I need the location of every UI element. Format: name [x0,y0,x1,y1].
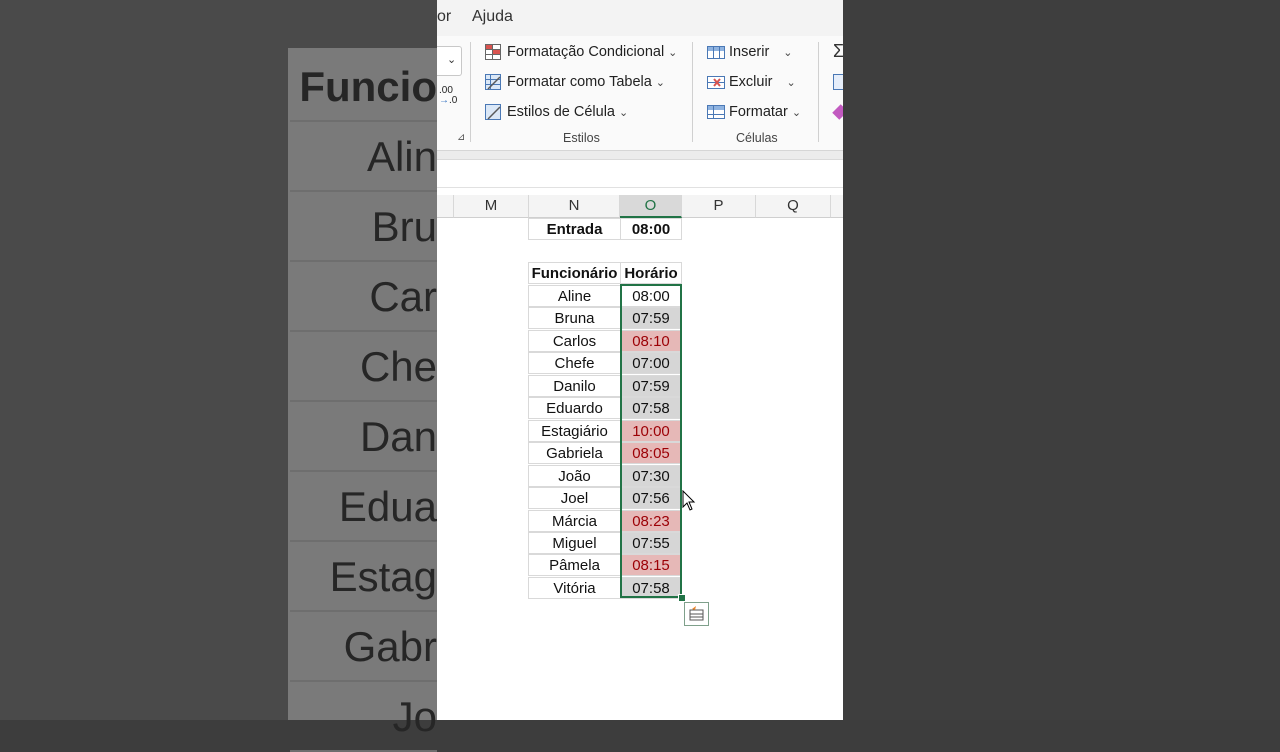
arrival-time-cell[interactable]: 08:23 [620,509,682,532]
background-header-text: Funcio [290,54,437,122]
background-name-text: Estag [290,544,437,612]
insert-cells-button[interactable]: Inserir ⌄ [707,41,793,63]
conditional-formatting-button[interactable]: Formatação Condicional ⌄ [485,41,677,63]
format-table-icon [485,74,501,90]
ribbon-bottom-border [437,151,843,160]
employee-name-cell[interactable]: Chefe [528,352,621,375]
employee-name-cell[interactable]: Aline [528,285,621,307]
format-as-table-button[interactable]: Formatar como Tabela ⌄ [485,71,665,93]
conditional-formatting-label: Formatação Condicional [507,44,665,60]
arrival-time-cell[interactable]: 07:58 [620,576,682,599]
quick-analysis-button[interactable] [684,602,709,626]
table-header-time[interactable]: Horário [620,262,682,284]
column-header-p[interactable]: P [682,195,756,218]
styles-group-label: Estilos [563,131,600,145]
employee-name-cell[interactable]: Márcia [528,509,621,532]
format-as-table-label: Formatar como Tabela [507,74,652,90]
chevron-down-icon: ⌄ [783,46,793,59]
chevron-down-icon: ⌄ [791,106,802,119]
arrival-time-cell[interactable]: 08:10 [620,329,682,352]
employee-name-cell[interactable]: Vitória [528,576,621,599]
chevron-down-icon: ⌄ [786,76,796,89]
format-cells-label: Formatar [729,104,788,120]
ribbon-separator [818,42,819,142]
menu-item-help[interactable]: Ajuda [472,8,513,26]
autosum-icon[interactable]: Σ [833,41,843,62]
delete-cells-button[interactable]: Excluir ⌄ [707,71,796,93]
decrease-decimal-button[interactable]: .00 →.0 [439,86,461,112]
ribbon-separator [470,42,471,142]
arrival-time-cell[interactable]: 10:00 [620,419,682,442]
mouse-cursor-icon [682,490,696,511]
arrival-time-cell[interactable]: 07:56 [620,487,682,510]
cell-styles-button[interactable]: Estilos de Célula ⌄ [485,101,628,123]
entrada-value-cell[interactable]: 08:00 [620,218,682,240]
arrival-time-cell[interactable]: 07:55 [620,531,682,554]
conditional-format-icon [485,44,501,60]
arrival-time-cell[interactable]: 07:58 [620,397,682,420]
background-name-text: Che [290,334,437,402]
arrival-time-cell[interactable]: 07:00 [620,352,682,375]
decrease-decimal-icon: .00 →.0 [439,85,458,106]
chevron-down-icon: ⌄ [655,76,666,89]
ribbon-separator [692,42,693,142]
arrival-time-cell[interactable]: 07:59 [620,307,682,330]
entrada-label-cell[interactable]: Entrada [528,218,621,240]
background-name-text: Jo [290,684,437,752]
column-header-o[interactable]: O [620,195,682,218]
delete-cells-label: Excluir [729,74,773,90]
employee-name-cell[interactable]: Estagiário [528,419,621,442]
cell-style-icon [485,104,501,120]
clear-icon[interactable] [832,104,843,120]
background-name-text: Bru [290,194,437,262]
arrival-time-cell[interactable]: 07:30 [620,464,682,487]
employee-name-cell[interactable]: Joel [528,487,621,510]
arrival-time-cell[interactable]: 07:59 [620,374,682,397]
cell-styles-label: Estilos de Célula [507,104,615,120]
employee-name-cell[interactable]: Carlos [528,329,621,352]
arrival-time-cell[interactable]: 08:15 [620,554,682,577]
column-header-partial[interactable] [437,195,454,218]
fill-handle[interactable] [678,594,686,602]
table-header-employee[interactable]: Funcionário [528,262,621,284]
arrival-time-cell[interactable]: 08:00 [620,285,682,307]
cells-group-label: Células [736,131,778,145]
column-header-q[interactable]: Q [756,195,831,218]
menu-bar: or Ajuda [437,0,843,36]
chevron-down-icon: ⌄ [668,46,678,59]
insert-cells-icon [707,44,725,60]
background-name-text: Gabr [290,614,437,682]
formula-bar[interactable] [437,160,843,188]
background-name-text: Dan [290,404,437,472]
employee-name-cell[interactable]: Miguel [528,531,621,554]
insert-cells-label: Inserir [729,44,770,60]
fill-icon[interactable] [833,74,843,90]
employee-name-cell[interactable]: Danilo [528,374,621,397]
format-cells-icon [707,104,725,120]
menu-item-partial[interactable]: or [437,8,451,26]
column-header-m[interactable]: M [454,195,529,218]
dialog-launcher-icon[interactable]: ⊿ [457,132,465,143]
chevron-down-icon: ⌄ [619,106,629,119]
format-cells-button[interactable]: Formatar ⌄ [707,101,801,123]
number-format-dropdown[interactable]: ⌄ [437,46,462,76]
employee-name-cell[interactable]: Eduardo [528,397,621,420]
ribbon: ⌄ .00 →.0 ⊿ Formatação Condicional ⌄ Form… [437,36,843,151]
chevron-down-icon: ⌄ [447,54,457,66]
employee-name-cell[interactable]: Pâmela [528,554,621,577]
quick-analysis-icon [689,606,704,621]
column-header-partial[interactable] [831,195,843,218]
delete-cells-icon [707,74,725,90]
column-header-n[interactable]: N [529,195,620,218]
employee-name-cell[interactable]: Gabriela [528,442,621,465]
background-name-text: Edua [290,474,437,542]
employee-name-cell[interactable]: João [528,464,621,487]
background-name-text: Car [290,264,437,332]
arrival-time-cell[interactable]: 08:05 [620,442,682,465]
background-name-text: Alin [290,124,437,192]
background-right [843,0,1280,720]
employee-name-cell[interactable]: Bruna [528,307,621,330]
